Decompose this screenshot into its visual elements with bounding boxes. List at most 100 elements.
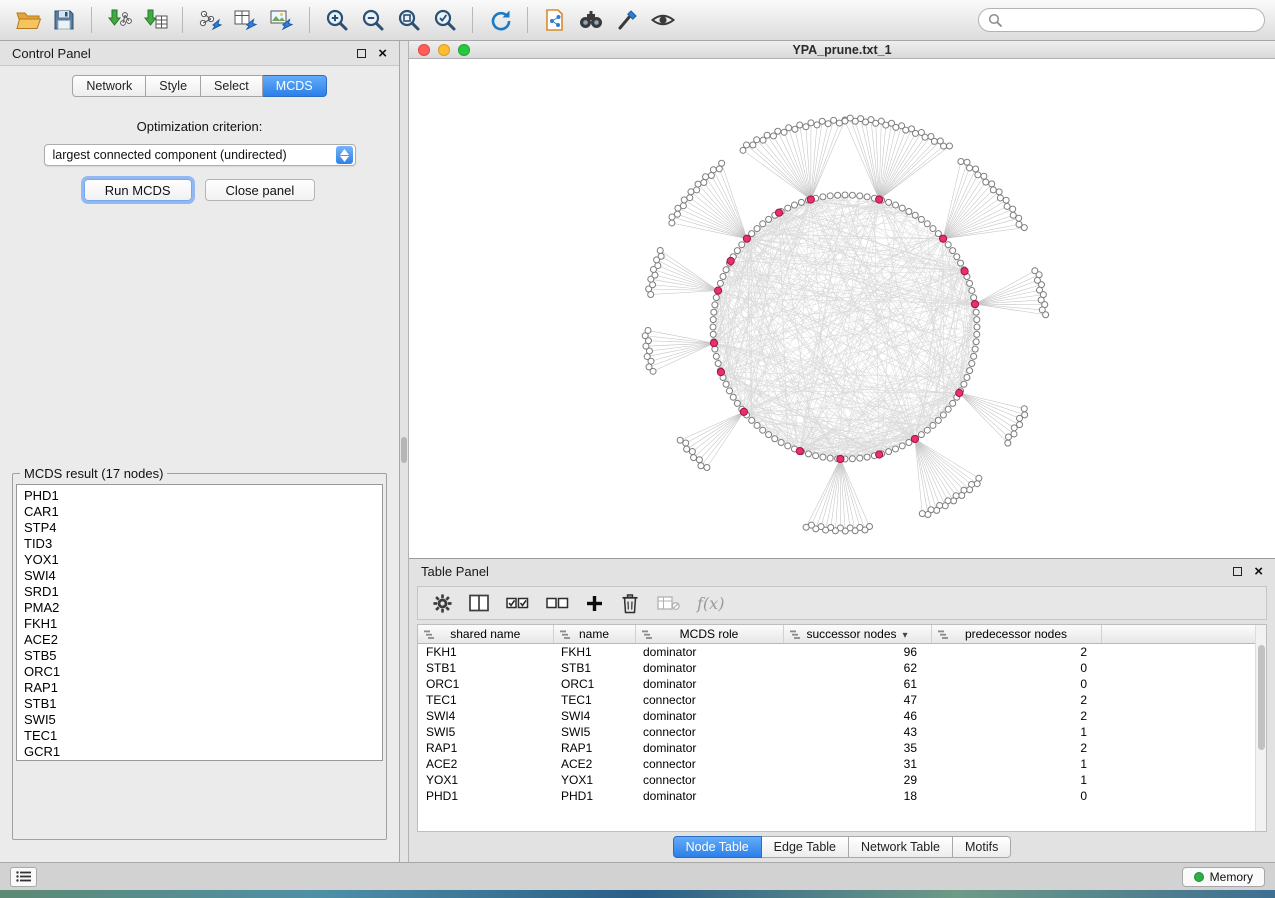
cell-predecessor_nodes[interactable]: 0 — [931, 660, 1101, 676]
cell-name[interactable]: SWI4 — [553, 708, 635, 724]
save-session-button[interactable] — [46, 4, 82, 36]
cell-predecessor_nodes[interactable]: 1 — [931, 756, 1101, 772]
mcds-result-item[interactable]: CAR1 — [24, 504, 382, 520]
table-row[interactable]: STB1STB1dominator620 — [418, 660, 1255, 676]
style-edit-button[interactable] — [609, 4, 645, 36]
cell-successor_nodes[interactable]: 43 — [783, 724, 931, 740]
mcds-result-item[interactable]: SWI4 — [24, 568, 382, 584]
cell-predecessor_nodes[interactable]: 2 — [931, 708, 1101, 724]
float-table-panel-icon[interactable] — [1233, 567, 1242, 576]
table-row[interactable]: ORC1ORC1dominator610 — [418, 676, 1255, 692]
memory-button[interactable]: Memory — [1182, 867, 1265, 887]
delete-rows-button[interactable] — [620, 593, 640, 614]
cell-name[interactable]: STB1 — [553, 660, 635, 676]
mcds-result-item[interactable]: STB5 — [24, 648, 382, 664]
cell-predecessor_nodes[interactable]: 0 — [931, 676, 1101, 692]
status-menu-button[interactable] — [10, 867, 37, 887]
cell-successor_nodes[interactable]: 35 — [783, 740, 931, 756]
close-panel-icon[interactable]: × — [378, 46, 387, 61]
table-row[interactable]: FKH1FKH1dominator962 — [418, 643, 1255, 660]
zoom-selected-button[interactable] — [427, 4, 463, 36]
cell-name[interactable]: TEC1 — [553, 692, 635, 708]
cell-shared_name[interactable]: TEC1 — [418, 692, 553, 708]
cell-shared_name[interactable]: ORC1 — [418, 676, 553, 692]
cell-mcds_role[interactable]: dominator — [635, 788, 783, 804]
cell-mcds_role[interactable]: dominator — [635, 676, 783, 692]
table-scrollbar-thumb[interactable] — [1258, 645, 1265, 750]
mcds-result-item[interactable]: STB1 — [24, 696, 382, 712]
column-header-successor-nodes[interactable]: successor nodes▾ — [783, 625, 931, 643]
refresh-button[interactable] — [482, 4, 518, 36]
mcds-result-item[interactable]: SRD1 — [24, 584, 382, 600]
table-row[interactable]: SWI4SWI4dominator462 — [418, 708, 1255, 724]
run-mcds-button[interactable]: Run MCDS — [84, 179, 192, 201]
add-row-button[interactable] — [586, 595, 603, 612]
search-box[interactable] — [978, 8, 1265, 32]
cell-mcds_role[interactable]: connector — [635, 756, 783, 772]
table-row[interactable]: ACE2ACE2connector311 — [418, 756, 1255, 772]
table-row[interactable]: YOX1YOX1connector291 — [418, 772, 1255, 788]
close-panel-button[interactable]: Close panel — [205, 179, 316, 201]
import-network-button[interactable] — [101, 4, 137, 36]
table-row[interactable]: SWI5SWI5connector431 — [418, 724, 1255, 740]
mcds-result-item[interactable]: PHD1 — [24, 488, 382, 504]
cell-mcds_role[interactable]: dominator — [635, 643, 783, 660]
panel-splitter[interactable] — [400, 41, 409, 862]
unselect-all-button[interactable] — [546, 595, 569, 611]
cell-successor_nodes[interactable]: 46 — [783, 708, 931, 724]
tab-motifs[interactable]: Motifs — [953, 836, 1011, 858]
select-all-button[interactable] — [506, 595, 529, 611]
cell-shared_name[interactable]: ACE2 — [418, 756, 553, 772]
cell-successor_nodes[interactable]: 96 — [783, 643, 931, 660]
cell-mcds_role[interactable]: dominator — [635, 708, 783, 724]
open-file-button[interactable] — [10, 4, 46, 36]
table-settings-button[interactable] — [433, 594, 452, 613]
cell-successor_nodes[interactable]: 29 — [783, 772, 931, 788]
import-table-button[interactable] — [137, 4, 173, 36]
show-details-button[interactable] — [645, 4, 681, 36]
cell-predecessor_nodes[interactable]: 2 — [931, 692, 1101, 708]
table-scrollbar[interactable] — [1255, 625, 1266, 831]
cell-mcds_role[interactable]: dominator — [635, 660, 783, 676]
cell-predecessor_nodes[interactable]: 1 — [931, 724, 1101, 740]
cell-shared_name[interactable]: SWI5 — [418, 724, 553, 740]
cell-name[interactable]: YOX1 — [553, 772, 635, 788]
cell-mcds_role[interactable]: connector — [635, 724, 783, 740]
column-header-name[interactable]: name — [553, 625, 635, 643]
cell-name[interactable]: FKH1 — [553, 643, 635, 660]
mcds-result-item[interactable]: ORC1 — [24, 664, 382, 680]
mcds-result-item[interactable]: RAP1 — [24, 680, 382, 696]
mcds-result-item[interactable]: YOX1 — [24, 552, 382, 568]
cell-mcds_role[interactable]: connector — [635, 772, 783, 788]
export-network-button[interactable] — [192, 4, 228, 36]
mcds-result-item[interactable]: TID3 — [24, 536, 382, 552]
mcds-result-item[interactable]: SWI5 — [24, 712, 382, 728]
zoom-in-button[interactable] — [319, 4, 355, 36]
cell-predecessor_nodes[interactable]: 1 — [931, 772, 1101, 788]
cell-shared_name[interactable]: YOX1 — [418, 772, 553, 788]
table-row[interactable]: PHD1PHD1dominator180 — [418, 788, 1255, 804]
tab-select[interactable]: Select — [201, 75, 263, 97]
cell-shared_name[interactable]: STB1 — [418, 660, 553, 676]
table-row[interactable]: RAP1RAP1dominator352 — [418, 740, 1255, 756]
show-columns-button[interactable] — [469, 594, 489, 612]
mcds-result-item[interactable]: ACE2 — [24, 632, 382, 648]
mcds-result-item[interactable]: TEC1 — [24, 728, 382, 744]
table-row[interactable]: TEC1TEC1connector472 — [418, 692, 1255, 708]
tab-node-table[interactable]: Node Table — [673, 836, 762, 858]
cell-shared_name[interactable]: PHD1 — [418, 788, 553, 804]
cell-mcds_role[interactable]: connector — [635, 692, 783, 708]
mcds-result-item[interactable]: GCR1 — [24, 744, 382, 760]
zoom-fit-button[interactable] — [391, 4, 427, 36]
cell-successor_nodes[interactable]: 47 — [783, 692, 931, 708]
export-table-button[interactable] — [228, 4, 264, 36]
cell-predecessor_nodes[interactable]: 2 — [931, 740, 1101, 756]
cell-successor_nodes[interactable]: 61 — [783, 676, 931, 692]
mcds-result-item[interactable]: STP4 — [24, 520, 382, 536]
cell-predecessor_nodes[interactable]: 2 — [931, 643, 1101, 660]
tab-edge-table[interactable]: Edge Table — [762, 836, 849, 858]
cell-successor_nodes[interactable]: 62 — [783, 660, 931, 676]
cell-successor_nodes[interactable]: 31 — [783, 756, 931, 772]
tab-network-table[interactable]: Network Table — [849, 836, 953, 858]
cell-name[interactable]: ACE2 — [553, 756, 635, 772]
